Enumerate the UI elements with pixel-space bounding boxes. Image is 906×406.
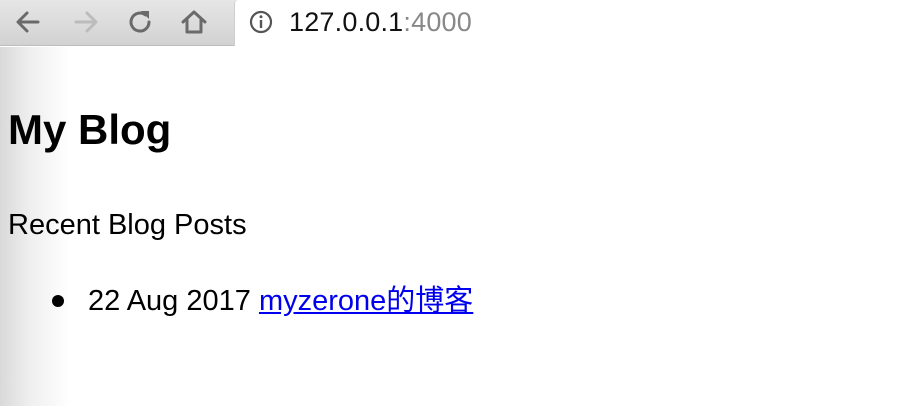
home-icon — [181, 10, 207, 34]
forward-arrow-icon — [74, 11, 98, 33]
reload-icon — [129, 11, 151, 33]
browser-toolbar: 127.0.0.1:4000 — [0, 0, 906, 46]
url-text[interactable]: 127.0.0.1:4000 — [289, 6, 472, 38]
url-port: :4000 — [403, 7, 472, 37]
post-link[interactable]: myzerone的博客 — [259, 285, 473, 317]
post-list: 22 Aug 2017 myzerone的博客 — [0, 281, 473, 321]
home-button[interactable] — [176, 4, 212, 40]
section-title: Recent Blog Posts — [8, 209, 247, 241]
address-bar[interactable]: 127.0.0.1:4000 — [234, 0, 906, 46]
info-icon[interactable] — [249, 10, 273, 34]
page-title: My Blog — [8, 106, 172, 153]
post-date: 22 Aug 2017 — [88, 285, 251, 317]
back-button[interactable] — [10, 4, 46, 40]
back-arrow-icon — [16, 11, 40, 33]
forward-button[interactable] — [68, 4, 104, 40]
bullet — [52, 295, 64, 307]
list-item: 22 Aug 2017 myzerone的博客 — [0, 281, 473, 321]
reload-button[interactable] — [122, 4, 158, 40]
page-content: My Blog Recent Blog Posts 22 Aug 2017 my… — [0, 47, 906, 406]
url-host: 127.0.0.1 — [289, 7, 404, 37]
